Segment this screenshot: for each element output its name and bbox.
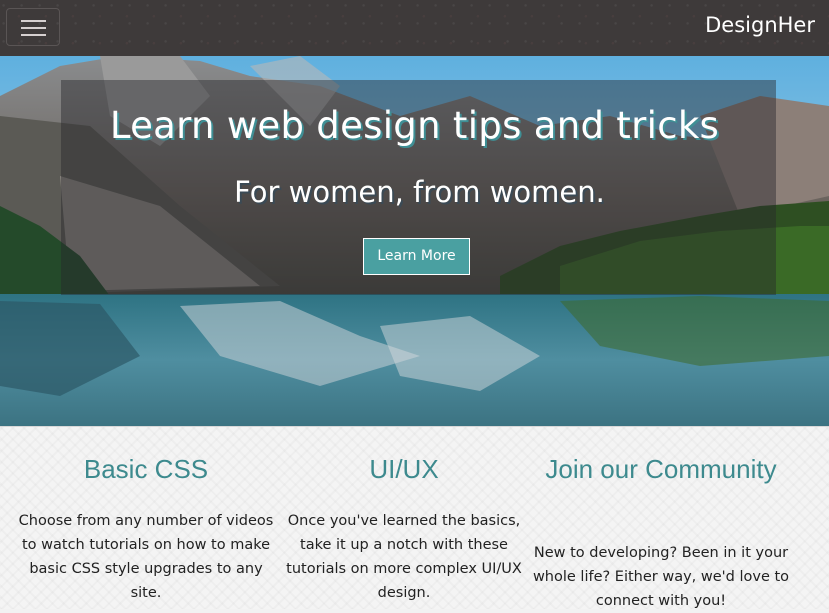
features-section: Basic CSS Choose from any number of vide…	[0, 426, 829, 609]
menu-toggle-button[interactable]	[6, 8, 60, 46]
feature-heading: Basic CSS	[83, 454, 209, 484]
learn-more-button[interactable]: Learn More	[363, 238, 470, 275]
feature-heading: UI/UX	[369, 454, 439, 484]
feature-text: Choose from any number of videos to watc…	[18, 513, 274, 601]
navbar: DesignHer	[0, 0, 829, 56]
hero-subtitle: For women, from women.	[234, 175, 605, 209]
feature-text: Once you've learned the basics, take it …	[286, 513, 522, 601]
hamburger-menu-icon	[21, 20, 46, 22]
feature-text: New to developing? Been in it your whole…	[532, 545, 790, 609]
brand-logo-link[interactable]: DesignHer	[705, 13, 815, 37]
hero-title: Learn web design tips and tricks	[109, 104, 720, 147]
hero-section: Learn web design tips and tricks For wom…	[0, 56, 829, 426]
feature-heading: Join our Community	[545, 454, 777, 484]
